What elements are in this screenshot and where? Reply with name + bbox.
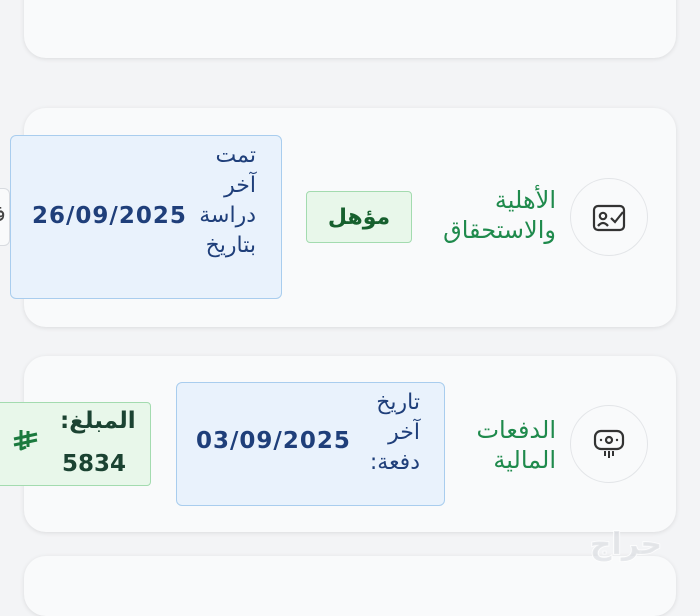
next-chip-edge[interactable]: ف (0, 188, 10, 246)
id-card-check-icon (592, 204, 626, 232)
payments-icon-button[interactable] (570, 405, 648, 483)
next-card (24, 556, 676, 616)
eligibility-title: الأهلية والاستحقاق (443, 186, 556, 244)
payment-amount-label: المبلغ: (60, 408, 136, 434)
payment-terminal-icon (593, 429, 625, 458)
eligible-status-badge: مؤهل (306, 191, 412, 243)
eligibility-icon-button[interactable] (570, 178, 648, 256)
last-study-date-value: 26/09/2025 (32, 203, 187, 229)
haraj-watermark-logo: حراج حراج (556, 526, 696, 564)
svg-text:حراج: حراج (590, 527, 662, 562)
last-payment-date-value: 03/09/2025 (196, 428, 351, 454)
previous-card (24, 0, 676, 58)
saudi-riyal-symbol-icon (12, 428, 40, 456)
last-study-date-label: تمت آخر دراسة بتاريخ (199, 143, 256, 258)
payments-title: الدفعات المالية (476, 416, 556, 474)
last-payment-date-label: تاريخ آخر دفعة: (369, 390, 420, 475)
payment-amount-value: 5834 (62, 451, 127, 477)
